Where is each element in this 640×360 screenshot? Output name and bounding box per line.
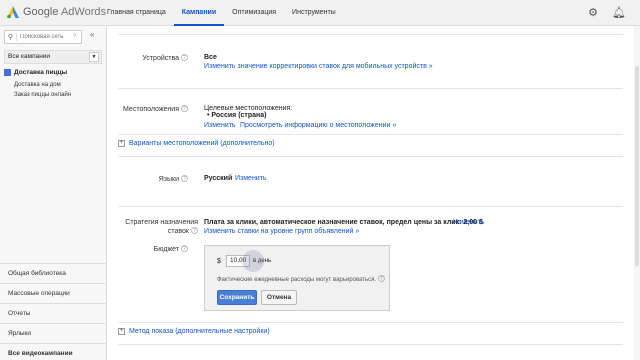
languages-edit-link[interactable]: Изменить [235, 175, 267, 182]
budget-label: Бюджет? [118, 245, 188, 253]
view-location-info-link[interactable]: Просмотреть информацию о местоположении … [240, 122, 396, 129]
help-icon[interactable]: ? [191, 227, 198, 234]
mobile-bid-adjustment-link[interactable]: Изменить значение корректировки ставок д… [204, 63, 433, 70]
click-indicator [242, 250, 264, 272]
help-icon[interactable]: ? [181, 105, 188, 112]
divider [118, 88, 623, 89]
tab-campaigns[interactable]: Кампании [173, 0, 225, 26]
campaign-icon [4, 69, 11, 76]
currency-symbol: $ [217, 258, 221, 265]
sidebar-adgroup[interactable]: Заказ пиццы онлайн [14, 92, 71, 98]
bell-icon[interactable]: 🔔︎ [612, 6, 626, 19]
tab-optimization[interactable]: Оптимизация [224, 0, 284, 26]
locations-edit-link[interactable]: Изменить [204, 122, 236, 129]
devices-label: Устройства? [118, 54, 188, 62]
all-campaigns-label: Все кампании [8, 53, 51, 60]
help-icon[interactable]: ? [378, 275, 386, 282]
gear-icon[interactable]: ⚙ [588, 6, 598, 19]
sidebar-item-shared-library[interactable]: Общая библиотека [0, 263, 107, 283]
sidebar-item-labels[interactable]: Ярлыки [0, 323, 107, 343]
save-button[interactable]: Сохранить [217, 290, 257, 305]
divider [118, 34, 623, 35]
bid-strategy-edit-link[interactable]: Изменить [453, 219, 485, 226]
tab-tools[interactable]: Инструменты [284, 0, 344, 26]
location-options-expander[interactable]: + Варианты местоположений (дополнительно… [118, 140, 275, 147]
cancel-button[interactable]: Отмена [261, 290, 297, 305]
adgroup-bids-link[interactable]: Изменить ставки на уровне групп объявлен… [204, 228, 359, 235]
languages-value: Русский [204, 175, 233, 182]
chevron-down-icon[interactable]: ▼ [89, 52, 99, 62]
sidebar-campaign[interactable]: Доставка пиццы [4, 69, 67, 76]
adwords-logo[interactable]: Google AdWords [6, 4, 106, 20]
divider [118, 134, 623, 135]
divider [118, 156, 623, 157]
collapse-sidebar-icon[interactable]: « [90, 30, 94, 39]
plus-icon: + [118, 140, 125, 147]
target-location-item: • Россия (страна) [207, 112, 267, 119]
top-bar: Google AdWords Главная страница Кампании… [0, 0, 640, 26]
help-icon[interactable]: ? [181, 175, 188, 182]
adwords-logo-icon [7, 6, 19, 19]
campaign-label: Доставка пиццы [14, 69, 68, 76]
bid-strategy-value: Плата за клики, автоматическое назначени… [204, 219, 483, 226]
search-icon[interactable]: ⚲ [5, 33, 17, 41]
delivery-method-expander[interactable]: + Метод показа (дополнительные настройки… [118, 328, 270, 335]
divider [118, 206, 623, 207]
help-icon[interactable]: ? [181, 245, 188, 252]
sidebar-item-reports[interactable]: Отчеты [0, 303, 107, 323]
sidebar-search: ⚲ ? [4, 30, 82, 44]
main-nav: Главная страница Кампании Оптимизация Ин… [99, 0, 344, 26]
budget-note: Фактические ежедневные расходы могут вар… [217, 275, 386, 283]
search-input[interactable] [17, 34, 73, 40]
divider [118, 344, 623, 345]
plus-icon: + [118, 328, 125, 335]
sidebar-item-bulk-operations[interactable]: Массовые операции [0, 283, 107, 303]
settings-panel: Устройства? Все Изменить значение коррек… [108, 26, 640, 360]
target-locations-label: Целевые местоположения: [204, 105, 293, 112]
all-campaigns-dropdown[interactable]: Все кампании ▼ [4, 50, 102, 64]
help-icon[interactable]: ? [181, 54, 188, 61]
locations-label: Местоположения? [118, 105, 188, 113]
sidebar-item-video-campaigns[interactable]: Все видеокампании [0, 343, 107, 360]
devices-value: Все [204, 54, 217, 61]
bid-strategy-label: Стратегия назначения ставок? [125, 219, 198, 235]
help-icon[interactable]: ? [73, 34, 76, 40]
sidebar: ⚲ ? « Все кампании ▼ Доставка пиццы Дост… [0, 26, 107, 360]
languages-label: Языки? [118, 175, 188, 183]
sidebar-adgroup[interactable]: Доставка на дом [14, 82, 61, 88]
budget-editor: $ 10,00 в день Фактические ежедневные ра… [204, 245, 390, 311]
logo-google: Google [23, 6, 59, 18]
scrollbar-thumb[interactable] [635, 66, 639, 266]
tab-home[interactable]: Главная страница [99, 0, 174, 26]
divider [118, 322, 623, 323]
scrollbar[interactable] [634, 26, 640, 360]
